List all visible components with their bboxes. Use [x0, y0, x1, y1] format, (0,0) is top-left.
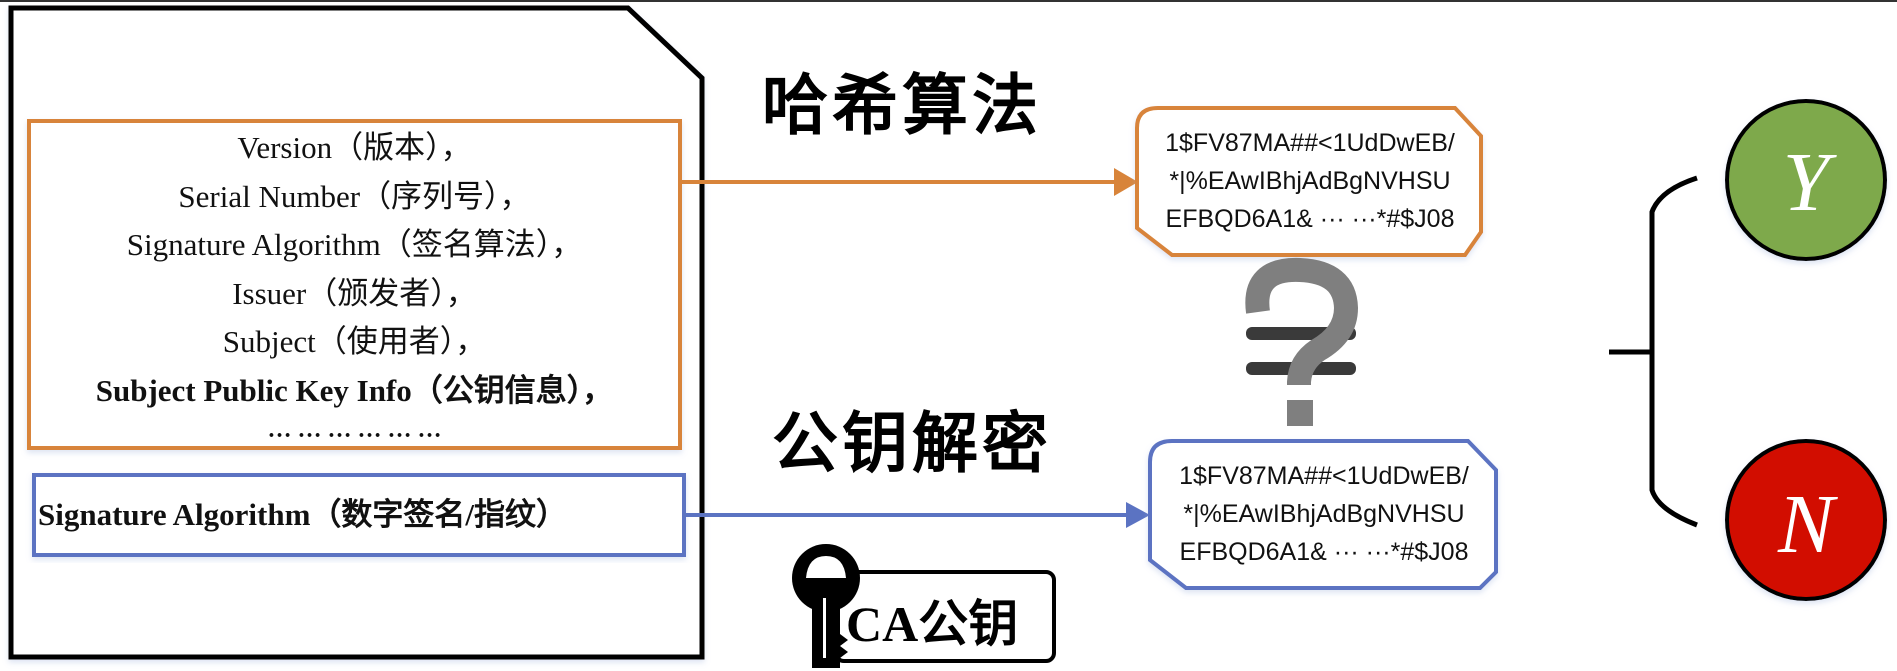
decrypt-arrow-head	[1126, 502, 1150, 528]
no-label: N	[1777, 478, 1838, 571]
digest-line: *|%EAwIBhjAdBgNVHSU	[1169, 167, 1451, 195]
decrypted-digest-text: 1$FV87MA##<1UdDwEB/ *|%EAwIBhjAdBgNVHSU …	[1153, 457, 1495, 571]
field-version: Version（版本），	[237, 130, 472, 165]
result-no: N	[1725, 439, 1887, 601]
digest-line: 1$FV87MA##<1UdDwEB/	[1165, 129, 1455, 157]
certificate-verification-diagram: Y N Version（版本）， Serial Number（序列号）， Sig…	[0, 0, 1897, 671]
hash-arrow-head	[1114, 168, 1138, 196]
result-yes: Y	[1725, 99, 1887, 261]
not-equal-question-icon	[1245, 257, 1359, 426]
field-signature-algorithm: Signature Algorithm（签名算法），	[126, 227, 583, 262]
field-ellipsis: … … … … … …	[267, 417, 442, 443]
result-bracket	[1609, 175, 1698, 528]
hash-algorithm-title: 哈希算法	[762, 67, 1042, 144]
digest-line: EFBQD6A1& ··· ···*#$J08	[1165, 205, 1455, 233]
field-issuer: Issuer（颁发者），	[232, 275, 477, 311]
ca-public-key-label: CA公钥	[846, 596, 1019, 652]
signature-label: Signature Algorithm（数字签名/指纹）	[38, 497, 568, 532]
computed-digest-text: 1$FV87MA##<1UdDwEB/ *|%EAwIBhjAdBgNVHSU …	[1140, 124, 1480, 238]
digest-line: *|%EAwIBhjAdBgNVHSU	[1183, 500, 1465, 528]
field-subject: Subject（使用者），	[222, 324, 487, 359]
digest-line: EFBQD6A1& ··· ···*#$J08	[1179, 538, 1469, 566]
public-key-decrypt-title: 公钥解密	[772, 405, 1052, 482]
field-subject-public-key-info: Subject Public Key Info（公钥信息），	[95, 372, 614, 408]
field-serial-number: Serial Number（序列号），	[178, 178, 531, 214]
digest-line: 1$FV87MA##<1UdDwEB/	[1179, 462, 1469, 490]
certificate-fields-list: Version（版本）， Serial Number（序列号）， Signatu…	[29, 124, 680, 445]
